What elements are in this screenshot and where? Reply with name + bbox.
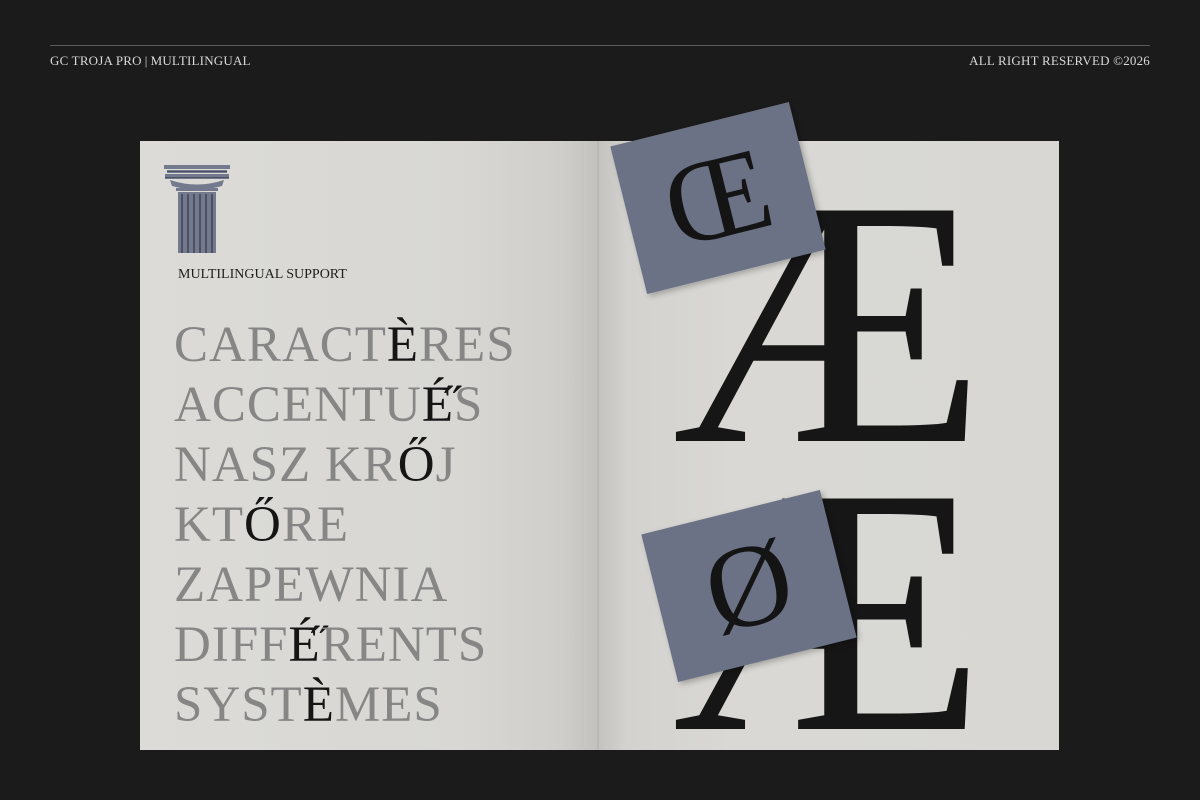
brand-tagline: MULTILINGUAL (150, 53, 251, 68)
copyright-text: ALL RIGHT RESERVED ©2026 (969, 53, 1150, 68)
word-text: J (435, 437, 457, 493)
brand-name: GC TROJA PRO (50, 53, 142, 68)
accented-letter: È (386, 317, 420, 373)
accented-letter: É̋ (421, 377, 454, 433)
word-text: RE (281, 497, 349, 553)
accented-word-list: CARACTÈRES ACCENTUÉ̋S NASZ KRŐJ KTŐRE ZA… (174, 315, 516, 735)
header-separator: | (144, 53, 148, 68)
word-text: SYST (174, 677, 303, 733)
word-line: CARACTÈRES (174, 315, 516, 375)
word-text: ZAPEWNIA (174, 557, 449, 613)
word-line: ACCENTUÉ̋S (174, 375, 516, 435)
word-text: S (454, 377, 484, 433)
accented-letter: Ő (243, 497, 282, 553)
word-text: CARACT (174, 317, 387, 373)
column-icon (164, 165, 230, 253)
word-text: RES (419, 317, 516, 373)
word-text: NASZ KR (174, 437, 398, 493)
header-rule (50, 45, 1150, 46)
left-page: MULTILINGUAL SUPPORT CARACTÈRES ACCENTUÉ… (140, 141, 598, 750)
word-line: NASZ KRŐJ (174, 435, 516, 495)
card-glyph: Œ (651, 121, 785, 274)
open-book: MULTILINGUAL SUPPORT CARACTÈRES ACCENTUÉ… (140, 102, 1059, 750)
word-text: DIFF (174, 617, 289, 673)
accented-letter: Ő (397, 437, 436, 493)
word-line: DIFFÉ̋RENTS (174, 615, 516, 675)
word-line: ZAPEWNIA (174, 555, 516, 615)
header-left: GC TROJA PRO | MULTILINGUAL (50, 53, 251, 69)
word-line: SYSTÈMES (174, 675, 516, 735)
accented-letter: É̋ (288, 617, 321, 673)
word-text: KT (174, 497, 244, 553)
section-label: MULTILINGUAL SUPPORT (178, 267, 347, 282)
word-text: ACCENTU (174, 377, 422, 433)
word-line: KTŐRE (174, 495, 516, 555)
accented-letter: È (302, 677, 335, 733)
card-glyph: Ø (691, 511, 807, 660)
word-text: MES (334, 677, 443, 733)
word-text: RENTS (320, 617, 488, 673)
